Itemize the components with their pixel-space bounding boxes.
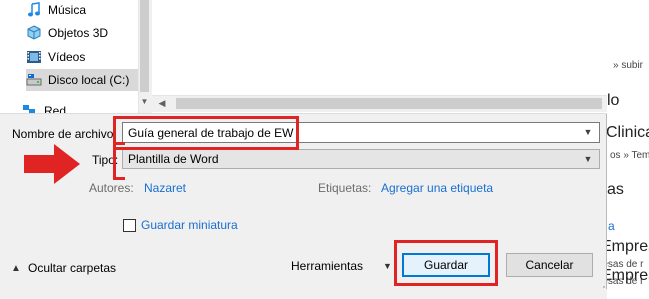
tools-dropdown[interactable]: Herramientas ▼ [291,259,392,273]
nav-item-label: Disco local (C:) [48,73,130,87]
save-as-dialog: Música Objetos 3D Vídeos Disco local (C:… [0,0,607,299]
bg-heading-2: Clinica [607,124,649,141]
nav-item-label: Vídeos [48,50,86,64]
bg-breadcrumb: » subir [613,60,644,71]
nav-item-network[interactable]: Red [44,104,66,113]
bg-item-2-sub: resas de r [607,276,644,287]
local-disk-icon [26,72,42,88]
nav-scrollbar-thumb[interactable] [140,0,149,92]
dialog-bottom-edge [0,289,607,299]
chevron-up-icon: ▲ [11,262,21,274]
chevron-down-icon[interactable]: ▼ [581,125,595,139]
filename-input[interactable] [128,124,573,141]
hide-folders-label: Ocultar carpetas [28,261,117,275]
navigation-pane: Música Objetos 3D Vídeos Disco local (C:… [0,0,151,113]
chevron-down-icon[interactable]: ▼ [581,152,595,166]
filename-label: Nombre de archivo: [12,127,117,141]
nav-item-local-disk[interactable]: Disco local (C:) [26,69,138,91]
save-thumbnail-label[interactable]: Guardar miniatura [141,218,238,232]
type-label: Tipo: [92,153,119,167]
bg-heading-3: as [607,181,624,198]
add-tag-link[interactable]: Agregar una etiqueta [381,181,493,195]
chevron-left-icon[interactable]: ◀ [156,97,168,110]
bg-heading-1: lo [607,92,620,109]
type-select[interactable]: Plantilla de Word ▼ [122,149,600,169]
nav-item-3d-objects[interactable]: Objetos 3D [26,22,138,44]
nav-item-label: Música [48,3,87,17]
horizontal-scrollbar-thumb[interactable] [176,98,602,109]
cancel-button[interactable]: Cancelar [506,253,593,277]
bg-link[interactable]: a [608,219,615,233]
background-window: » subir lo Clinica os » Tem as a Empresa… [607,0,649,299]
authors-value[interactable]: Nazaret [144,181,186,195]
nav-item-videos[interactable]: Vídeos [26,46,138,68]
chevron-down-icon: ▼ [383,261,392,271]
save-button[interactable]: Guardar [402,253,490,277]
pane-divider [0,113,607,114]
type-value: Plantilla de Word [128,152,219,166]
bg-breadcrumb-2: os » Tem [610,150,649,161]
filename-combobox[interactable]: ▼ [122,122,600,143]
nav-item-label: Objetos 3D [48,26,109,40]
3d-objects-icon [26,25,42,41]
save-thumbnail-checkbox[interactable] [123,219,136,232]
chevron-down-icon[interactable]: ▼ [139,96,150,108]
authors-label: Autores: [89,181,134,195]
tags-label: Etiquetas: [318,181,372,195]
nav-item-music[interactable]: Música [26,0,138,21]
red-arrow-icon [22,142,84,186]
network-icon [22,104,36,113]
music-icon [26,2,42,18]
videos-icon [26,49,42,65]
hide-folders-button[interactable]: ▲ Ocultar carpetas [10,261,116,275]
bg-item-1: Empresas de r [607,238,649,255]
tools-label: Herramientas [291,259,364,273]
